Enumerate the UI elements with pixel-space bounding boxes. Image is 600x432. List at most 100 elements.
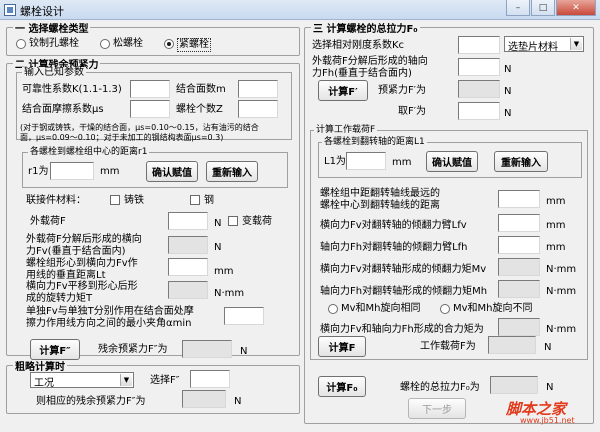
kc-input[interactable] bbox=[458, 36, 500, 54]
t-unit: N·mm bbox=[214, 288, 245, 299]
take-preload-input[interactable] bbox=[458, 102, 500, 120]
load-f-label: 外载荷F bbox=[30, 216, 66, 227]
mh-output[interactable] bbox=[498, 280, 540, 298]
radio-loose-bolt[interactable] bbox=[100, 39, 110, 49]
reinput-r1-button[interactable]: 重新输入 bbox=[206, 161, 258, 182]
lfv-unit: mm bbox=[546, 220, 566, 231]
distance-r1-legend: 各螺栓到螺栓组中心的距离r1 bbox=[28, 146, 150, 158]
work-load-unit: N bbox=[544, 342, 552, 353]
radio-same-direction[interactable] bbox=[328, 304, 338, 314]
variable-load-label: 变载荷 bbox=[242, 216, 272, 227]
rough-result-output[interactable] bbox=[182, 390, 226, 408]
work-load-label: 工作载荷F为 bbox=[420, 341, 476, 352]
condition-select[interactable]: 工况 ▼ bbox=[30, 372, 134, 389]
farthest-label-2: 螺栓中心到翻转轴线的距离 bbox=[320, 200, 440, 211]
label-loose-bolt: 松螺栓 bbox=[113, 38, 143, 49]
confirm-r1-button[interactable]: 确认赋值 bbox=[146, 161, 198, 182]
mh-label: 轴向力Fh对翻转轴形成的倾翻力矩Mh bbox=[320, 286, 488, 297]
radio-reamed-bolt[interactable] bbox=[16, 39, 26, 49]
l1-input[interactable] bbox=[346, 152, 386, 170]
close-button[interactable]: ✕ bbox=[556, 0, 596, 16]
mv-output[interactable] bbox=[498, 258, 540, 276]
radio-diff-direction[interactable] bbox=[440, 304, 450, 314]
confirm-l1-button[interactable]: 确认赋值 bbox=[426, 151, 478, 172]
lt-unit: mm bbox=[214, 266, 234, 277]
total-tension-unit: N bbox=[546, 382, 554, 393]
fv-label-2: 力Fv(垂直于结合面内) bbox=[26, 246, 126, 257]
preload-label: 预紧力F′为 bbox=[378, 85, 427, 96]
preload-output[interactable] bbox=[458, 80, 500, 98]
lfh-input[interactable] bbox=[498, 236, 540, 254]
load-f-unit: N bbox=[214, 218, 222, 229]
kf-input[interactable] bbox=[130, 80, 170, 98]
mh-unit: N·mm bbox=[546, 286, 577, 297]
lt-label-1: 螺栓组形心到横向力Fv作 bbox=[26, 258, 138, 269]
mv-unit: N·mm bbox=[546, 264, 577, 275]
reinput-l1-button[interactable]: 重新输入 bbox=[494, 151, 548, 172]
mu-input[interactable] bbox=[130, 100, 170, 118]
lfv-label: 横向力Fv对翻转轴的倾翻力臂Lfv bbox=[320, 220, 467, 231]
r1-unit: mm bbox=[100, 166, 120, 177]
t-label-2: 成的旋转力矩T bbox=[26, 293, 93, 304]
watermark-url: www.jb51.net bbox=[520, 416, 575, 425]
farthest-input[interactable] bbox=[498, 190, 540, 208]
load-f-input[interactable] bbox=[168, 212, 208, 230]
cast-iron-label: 铸铁 bbox=[124, 195, 144, 206]
gasket-material-value: 选垫片材料 bbox=[508, 42, 558, 53]
work-load-output[interactable] bbox=[488, 336, 536, 354]
amin-input[interactable] bbox=[224, 307, 264, 325]
z-label: 螺栓个数Z bbox=[176, 104, 223, 115]
mv-label: 横向力Fv对翻转轴形成的倾翻力矩Mv bbox=[320, 264, 487, 275]
m-input[interactable] bbox=[238, 80, 278, 98]
window-controls: – □ ✕ bbox=[506, 0, 596, 18]
l1-label: L1为 bbox=[324, 156, 346, 167]
bolt-type-legend: 一 选择螺栓类型 bbox=[15, 24, 89, 35]
residual-result-output[interactable] bbox=[182, 340, 232, 358]
combined-moment-output[interactable] bbox=[498, 318, 540, 336]
variable-load-checkbox[interactable] bbox=[228, 216, 238, 226]
amin-label-2: 擦力作用线方向之间的最小夹角αmin bbox=[26, 318, 192, 329]
m-label: 结合面数m bbox=[176, 84, 226, 95]
r1-input[interactable] bbox=[50, 162, 94, 180]
lfv-input[interactable] bbox=[498, 214, 540, 232]
calc-preload-button[interactable]: 计算F′ bbox=[318, 80, 368, 101]
calc-work-load-button[interactable]: 计算F bbox=[318, 336, 366, 357]
rough-calc-legend: 粗略计算时 bbox=[15, 362, 65, 373]
window-title: 螺栓设计 bbox=[20, 5, 64, 18]
combined-moment-unit: N·mm bbox=[546, 324, 577, 335]
maximize-button[interactable]: □ bbox=[531, 0, 555, 16]
farthest-label-1: 螺栓组中距翻转轴线最远的 bbox=[320, 188, 440, 199]
fv-unit: N bbox=[214, 242, 222, 253]
rough-result-unit: N bbox=[234, 396, 242, 407]
fh-unit: N bbox=[504, 64, 512, 75]
steel-checkbox[interactable] bbox=[190, 195, 200, 205]
calc-total-tension-button[interactable]: 计算F₀ bbox=[318, 376, 366, 397]
lt-input[interactable] bbox=[168, 258, 208, 276]
minimize-button[interactable]: – bbox=[506, 0, 530, 16]
label-tight-bolt: 紧螺栓 bbox=[177, 38, 211, 52]
take-preload-unit: N bbox=[504, 108, 512, 119]
gasket-material-select[interactable]: 选垫片材料 ▼ bbox=[504, 36, 584, 53]
t-input[interactable] bbox=[168, 281, 208, 299]
fh-label-2: 力Fh(垂直于结合面内) bbox=[312, 68, 412, 79]
l1-unit: mm bbox=[392, 157, 412, 168]
rough-result-label: 则相应的残余预紧力F″为 bbox=[36, 396, 146, 407]
total-tension-legend: 三 计算螺栓的总拉力F₀ bbox=[313, 24, 418, 35]
fv-input[interactable] bbox=[168, 236, 208, 254]
choose-f-input[interactable] bbox=[190, 370, 230, 388]
residual-result-label: 残余预紧力F″为 bbox=[98, 344, 168, 355]
z-input[interactable] bbox=[238, 100, 278, 118]
work-load-legend: 计算工作载荷F bbox=[314, 124, 378, 136]
cast-iron-checkbox[interactable] bbox=[110, 195, 120, 205]
steel-label: 钢 bbox=[204, 195, 214, 206]
calc-residual-button[interactable]: 计算F″ bbox=[30, 339, 80, 360]
r1-label: r1为 bbox=[28, 166, 49, 177]
fh-label-1: 外载荷F分解后形成的轴向 bbox=[312, 56, 428, 67]
next-step-button[interactable]: 下一步 bbox=[408, 398, 466, 419]
total-tension-output[interactable] bbox=[490, 376, 538, 394]
preload-unit: N bbox=[504, 86, 512, 97]
fh-input[interactable] bbox=[458, 58, 500, 76]
radio-tight-bolt[interactable] bbox=[164, 39, 174, 49]
mu-label: 结合面摩擦系数μs bbox=[22, 104, 104, 115]
take-preload-label: 取F′为 bbox=[398, 106, 427, 117]
